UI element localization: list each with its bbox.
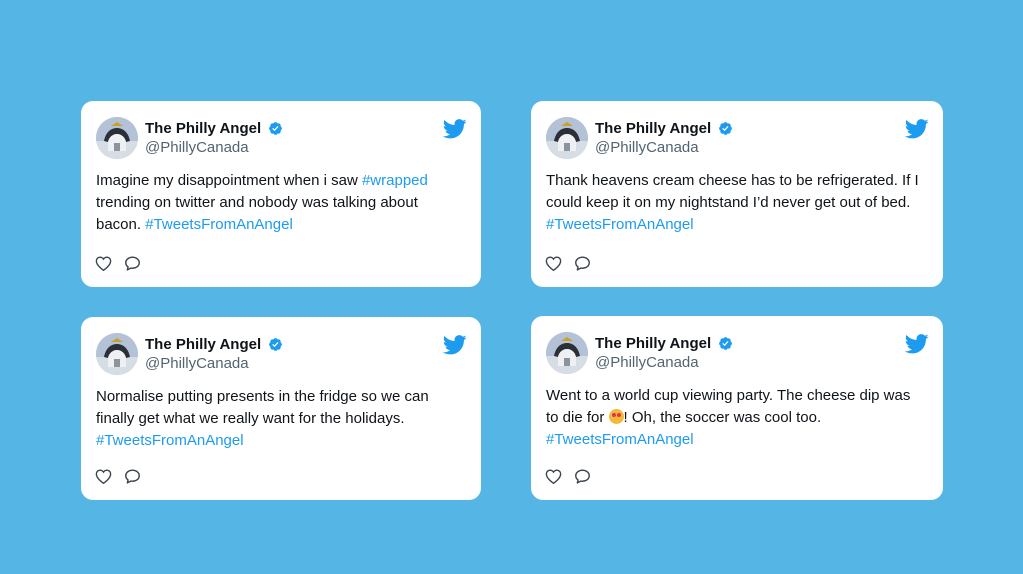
twitter-bird-icon xyxy=(905,119,929,139)
display-name[interactable]: The Philly Angel xyxy=(145,120,261,137)
twitter-bird-icon xyxy=(443,119,467,139)
verified-badge-icon xyxy=(718,121,733,136)
reply-icon[interactable] xyxy=(573,467,592,486)
avatar[interactable] xyxy=(546,332,588,374)
heart-eyes-emoji-icon xyxy=(608,409,624,424)
display-name[interactable]: The Philly Angel xyxy=(595,120,711,137)
avatar[interactable] xyxy=(96,333,138,375)
avatar[interactable] xyxy=(546,117,588,159)
verified-badge-icon xyxy=(268,337,283,352)
tweet-text: Imagine my disappointment when i saw #wr… xyxy=(96,172,428,233)
tweet-text: Normalise putting presents in the fridge… xyxy=(96,388,429,449)
display-name[interactable]: The Philly Angel xyxy=(595,335,711,352)
reply-icon[interactable] xyxy=(123,254,142,273)
user-handle[interactable]: @PhillyCanada xyxy=(595,354,699,371)
tweet-text: Went to a world cup viewing party. The c… xyxy=(546,387,911,448)
hashtag-link[interactable]: #TweetsFromAnAngel xyxy=(546,431,694,448)
reply-icon[interactable] xyxy=(123,467,142,486)
reply-icon[interactable] xyxy=(573,254,592,273)
avatar[interactable] xyxy=(96,117,138,159)
display-name[interactable]: The Philly Angel xyxy=(145,336,261,353)
hashtag-link[interactable]: #TweetsFromAnAngel xyxy=(546,216,694,233)
hashtag-link[interactable]: #TweetsFromAnAngel xyxy=(96,432,244,449)
heart-icon[interactable] xyxy=(544,467,563,486)
tweet-card[interactable]: The Philly Angel @PhillyCanada Imagine m… xyxy=(81,101,481,287)
user-handle[interactable]: @PhillyCanada xyxy=(145,139,249,156)
hashtag-link[interactable]: #TweetsFromAnAngel xyxy=(145,216,293,233)
user-handle[interactable]: @PhillyCanada xyxy=(595,139,699,156)
heart-icon[interactable] xyxy=(94,467,113,486)
hashtag-link[interactable]: #wrapped xyxy=(362,172,428,189)
tweet-card[interactable]: The Philly Angel @PhillyCanada Thank hea… xyxy=(531,101,943,287)
verified-badge-icon xyxy=(718,336,733,351)
twitter-bird-icon xyxy=(905,334,929,354)
tweet-card[interactable]: The Philly Angel @PhillyCanada Went to a… xyxy=(531,316,943,500)
tweet-card[interactable]: The Philly Angel @PhillyCanada Normalise… xyxy=(81,317,481,500)
heart-icon[interactable] xyxy=(544,254,563,273)
twitter-bird-icon xyxy=(443,335,467,355)
user-handle[interactable]: @PhillyCanada xyxy=(145,355,249,372)
verified-badge-icon xyxy=(268,121,283,136)
tweet-text: Thank heavens cream cheese has to be ref… xyxy=(546,172,919,233)
heart-icon[interactable] xyxy=(94,254,113,273)
